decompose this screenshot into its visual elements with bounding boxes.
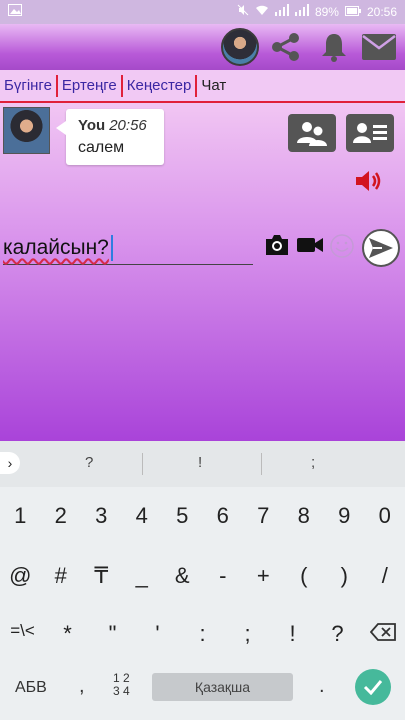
language-key[interactable]: АБВ bbox=[15, 679, 47, 697]
period-key[interactable]: . bbox=[319, 675, 325, 698]
backspace-icon bbox=[369, 623, 396, 641]
signal-icon bbox=[274, 4, 289, 19]
group-users-button[interactable] bbox=[288, 114, 336, 152]
checkmark-icon bbox=[363, 680, 383, 695]
tab-chat[interactable]: Чат bbox=[197, 75, 230, 97]
numpad-key-top: 1 2 bbox=[113, 671, 130, 685]
share-icon bbox=[272, 33, 299, 61]
emoji-icon bbox=[330, 234, 354, 258]
divider bbox=[261, 453, 262, 475]
key-symbols-more[interactable]: =\< bbox=[0, 621, 45, 647]
key[interactable]: 3 bbox=[81, 503, 122, 529]
key[interactable]: * bbox=[45, 621, 90, 647]
key[interactable]: 1 bbox=[0, 503, 41, 529]
composer-row: калайсын? bbox=[0, 229, 405, 273]
key[interactable]: & bbox=[162, 563, 203, 589]
suggestion-2[interactable]: ! bbox=[198, 454, 202, 471]
key[interactable]: ' bbox=[135, 621, 180, 647]
contact-card-icon bbox=[353, 123, 387, 143]
key[interactable]: 7 bbox=[243, 503, 284, 529]
key[interactable]: 2 bbox=[41, 503, 82, 529]
app-bar bbox=[0, 24, 405, 70]
bell-icon bbox=[322, 34, 346, 62]
signal-icon-2 bbox=[294, 4, 309, 19]
key[interactable]: / bbox=[365, 563, 405, 589]
key[interactable]: # bbox=[41, 563, 82, 589]
suggestion-3[interactable]: ; bbox=[311, 454, 315, 471]
backspace-key[interactable] bbox=[360, 621, 405, 647]
battery-icon bbox=[344, 5, 361, 19]
send-button[interactable] bbox=[362, 229, 400, 267]
tab-advice[interactable]: Кеңестер bbox=[123, 74, 198, 97]
chevron-right-icon[interactable]: › bbox=[0, 452, 20, 474]
gallery-notification-icon bbox=[8, 4, 22, 19]
suggestion-bar: › ? ! ; bbox=[0, 441, 405, 487]
tab-today[interactable]: Бүгінге bbox=[0, 74, 58, 97]
sender-avatar bbox=[3, 107, 50, 154]
suggestion-1[interactable]: ? bbox=[85, 454, 93, 471]
text-cursor bbox=[110, 235, 113, 262]
key[interactable]: 4 bbox=[122, 503, 163, 529]
enter-key[interactable] bbox=[355, 669, 391, 705]
key-row-1: 1 2 3 4 5 6 7 8 9 0 bbox=[0, 503, 405, 529]
numpad-key-bottom: 3 4 bbox=[113, 684, 130, 698]
group-icon bbox=[297, 122, 327, 146]
tab-bar: Бүгінге Ертеңге Кеңестер Чат bbox=[0, 70, 405, 103]
key[interactable]: : bbox=[180, 621, 225, 647]
key[interactable]: " bbox=[90, 621, 135, 647]
share-button[interactable] bbox=[268, 30, 304, 64]
key[interactable]: 5 bbox=[162, 503, 203, 529]
contacts-button[interactable] bbox=[346, 114, 394, 152]
key[interactable]: ₸ bbox=[81, 563, 122, 589]
video-camera-icon bbox=[297, 238, 323, 252]
message-time: 20:56 bbox=[109, 117, 147, 134]
key[interactable]: ! bbox=[270, 621, 315, 647]
volume-icon bbox=[356, 171, 381, 191]
space-key[interactable]: Қазақша bbox=[152, 673, 293, 701]
keyboard: › ? ! ; 1 2 3 4 5 6 7 8 9 0 @ # ₸ _ & - … bbox=[0, 441, 405, 720]
send-icon bbox=[369, 238, 393, 258]
profile-avatar[interactable] bbox=[221, 28, 259, 66]
key-row-3: =\< * " ' : ; ! ? bbox=[0, 621, 405, 647]
message-author: You bbox=[78, 117, 106, 134]
battery-percent: 89% bbox=[314, 4, 339, 19]
key[interactable]: + bbox=[243, 563, 284, 589]
key-row-2: @ # ₸ _ & - + ( ) / bbox=[0, 563, 405, 589]
comma-key[interactable]: , bbox=[79, 675, 85, 698]
camera-button[interactable] bbox=[264, 233, 290, 262]
key[interactable]: 8 bbox=[284, 503, 325, 529]
emoji-button[interactable] bbox=[329, 233, 355, 264]
message-text: салем bbox=[78, 139, 125, 156]
message-input-value: калайсын? bbox=[3, 236, 109, 259]
key[interactable]: 6 bbox=[203, 503, 244, 529]
key[interactable]: ? bbox=[315, 621, 360, 647]
tab-tomorrow[interactable]: Ертеңге bbox=[58, 74, 123, 97]
wifi-icon bbox=[255, 4, 269, 19]
key[interactable]: 9 bbox=[324, 503, 365, 529]
notifications-button[interactable] bbox=[316, 30, 352, 64]
mute-icon bbox=[237, 4, 249, 19]
divider bbox=[142, 453, 143, 475]
key[interactable]: ) bbox=[324, 563, 365, 589]
status-bar: 89% 20:56 bbox=[0, 0, 405, 24]
numpad-key[interactable]: 1 2 3 4 bbox=[113, 672, 130, 698]
key[interactable]: 0 bbox=[365, 503, 405, 529]
chat-area: You 20:56 салем калайсын? bbox=[0, 103, 405, 441]
mail-icon bbox=[362, 34, 396, 60]
key[interactable]: _ bbox=[122, 563, 163, 589]
key[interactable]: @ bbox=[0, 563, 41, 589]
video-button[interactable] bbox=[296, 233, 324, 262]
message-bubble: You 20:56 салем bbox=[56, 109, 164, 165]
key[interactable]: ( bbox=[284, 563, 325, 589]
camera-icon bbox=[266, 235, 288, 255]
key[interactable]: - bbox=[203, 563, 244, 589]
messages-button[interactable] bbox=[361, 30, 397, 64]
message-input[interactable]: калайсын? bbox=[3, 231, 253, 265]
clock: 20:56 bbox=[366, 4, 397, 19]
key[interactable]: ; bbox=[225, 621, 270, 647]
speaker-button[interactable] bbox=[354, 169, 382, 193]
